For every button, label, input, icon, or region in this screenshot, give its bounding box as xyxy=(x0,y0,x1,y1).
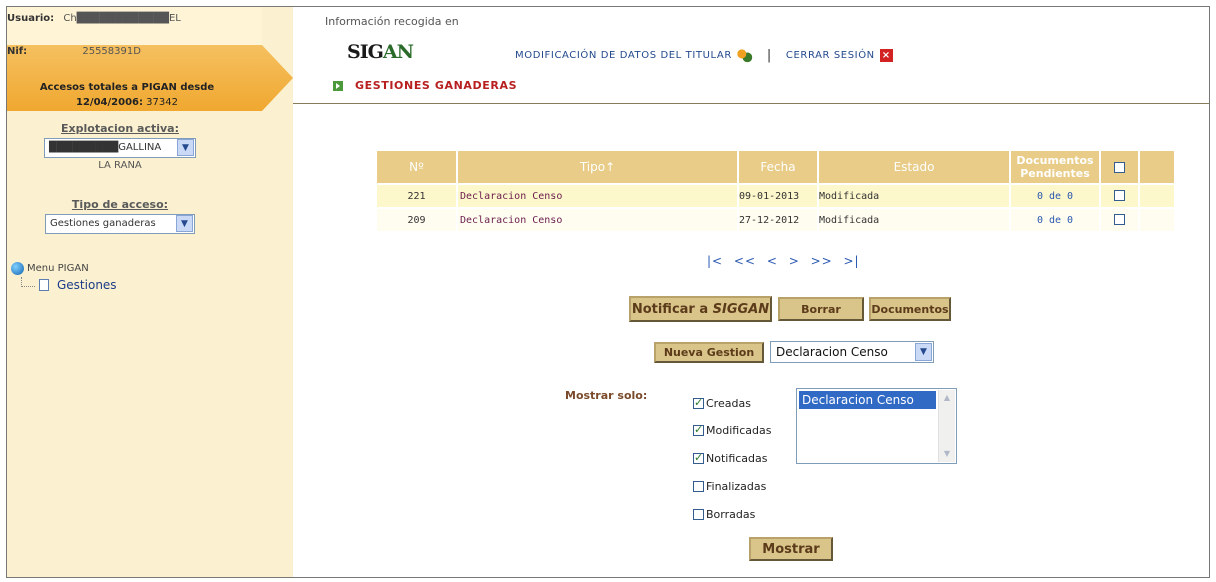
app-frame: Usuario: Ch████████████EL Nif: 25558391D… xyxy=(6,6,1210,578)
document-icon xyxy=(39,279,49,291)
user-edit-icon[interactable] xyxy=(736,48,753,63)
globe-icon xyxy=(11,262,24,275)
borrar-button[interactable]: Borrar xyxy=(778,297,864,321)
accesos-count: 37342 xyxy=(146,97,178,108)
siggan-logo: SIGAN xyxy=(347,33,414,63)
scroll-up-icon[interactable]: ▲ xyxy=(939,390,955,406)
tree-line xyxy=(21,277,35,287)
scroll-down-icon[interactable]: ▼ xyxy=(939,446,955,462)
menu-root-label: Menu PIGAN xyxy=(27,263,89,274)
accesos-label: Accesos totales a PIGAN desde xyxy=(39,82,215,93)
mostrar-button[interactable]: Mostrar xyxy=(749,537,833,561)
cell-select xyxy=(1101,209,1138,231)
tipo-listbox[interactable]: Declaracion Censo ▲ ▼ xyxy=(796,388,957,464)
notificar-button[interactable]: Notificar a SIGGAN xyxy=(629,296,772,322)
chevron-down-icon: ▼ xyxy=(177,139,194,156)
cell-extra xyxy=(1140,209,1174,231)
checkbox-creadas[interactable] xyxy=(693,396,704,409)
checkbox-modificadas[interactable] xyxy=(693,423,704,436)
cell-tipo[interactable]: Declaracion Censo xyxy=(458,209,737,231)
filter-creadas[interactable]: Creadas xyxy=(693,396,751,410)
checkbox-finalizadas[interactable] xyxy=(693,481,704,492)
filter-finalizadas[interactable]: Finalizadas xyxy=(693,480,766,493)
header: Información recogida en SIGAN MODIFICACI… xyxy=(293,7,1209,103)
arrow-icon xyxy=(333,80,343,91)
col-select-all xyxy=(1101,151,1138,183)
listbox-option[interactable]: Declaracion Censo xyxy=(799,391,936,409)
menu-root[interactable]: Menu PIGAN xyxy=(11,262,117,275)
documentos-button[interactable]: Documentos xyxy=(869,297,951,321)
filter-notificadas[interactable]: Notificadas xyxy=(693,451,768,465)
usuario-value: Ch████████████EL xyxy=(63,13,181,24)
cell-n: 209 xyxy=(377,209,456,231)
modificacion-link[interactable]: MODIFICACIÓN DE DATOS DEL TITULAR xyxy=(515,50,732,61)
chevron-down-icon: ▼ xyxy=(176,215,193,232)
tipo-acceso-block: Tipo de acceso: Gestiones ganaderas ▼ xyxy=(35,198,205,234)
nif-label: Nif: xyxy=(7,46,28,57)
pagination[interactable]: |< << < > >> >| xyxy=(707,254,860,268)
cell-docs[interactable]: 0 de 0 xyxy=(1011,209,1099,231)
menu-tree: Menu PIGAN Gestiones xyxy=(11,262,117,292)
sidebar: Usuario: Ch████████████EL Nif: 25558391D… xyxy=(7,7,293,577)
filter-modificadas[interactable]: Modificadas xyxy=(693,423,771,437)
cell-tipo[interactable]: Declaracion Censo xyxy=(458,185,737,207)
cell-estado: Modificada xyxy=(819,209,1009,231)
col-tipo[interactable]: Tipo↑ xyxy=(458,151,737,183)
explotacion-value: █████████GALLINA xyxy=(49,142,162,153)
tipo-acceso-value: Gestiones ganaderas xyxy=(50,218,156,229)
explotacion-label: Explotacion activa: xyxy=(61,122,179,135)
nav-separator: | xyxy=(766,48,772,63)
nueva-gestion-value: Declaracion Censo xyxy=(776,345,888,359)
cell-fecha: 27-12-2012 xyxy=(739,209,817,231)
listbox-scrollbar[interactable]: ▲ ▼ xyxy=(938,390,955,462)
menu-item-gestiones-label: Gestiones xyxy=(57,278,117,292)
info-text: Información recogida en xyxy=(325,15,459,28)
col-n[interactable]: Nº xyxy=(377,151,456,183)
cell-extra xyxy=(1140,185,1174,207)
cell-n: 221 xyxy=(377,185,456,207)
accesos-date: 12/04/2006: xyxy=(76,97,143,108)
explotacion-block: Explotacion activa: █████████GALLINA ▼ L… xyxy=(35,122,205,171)
cell-docs[interactable]: 0 de 0 xyxy=(1011,185,1099,207)
cell-estado: Modificada xyxy=(819,185,1009,207)
table-row[interactable]: 221 Declaracion Censo 09-01-2013 Modific… xyxy=(377,185,1174,207)
mostrar-solo-label: Mostrar solo: xyxy=(565,389,648,402)
usuario-label: Usuario: xyxy=(7,13,55,24)
row-checkbox[interactable] xyxy=(1114,190,1125,202)
close-icon[interactable]: × xyxy=(879,49,893,62)
cell-fecha: 09-01-2013 xyxy=(739,185,817,207)
nueva-gestion-select[interactable]: Declaracion Censo ▼ xyxy=(770,341,934,363)
nif-value: 25558391D xyxy=(82,46,141,57)
tipo-acceso-select[interactable]: Gestiones ganaderas ▼ xyxy=(45,213,195,234)
top-nav: MODIFICACIÓN DE DATOS DEL TITULAR | CERR… xyxy=(515,48,893,63)
filter-borradas[interactable]: Borradas xyxy=(693,508,755,521)
accesos-text: Accesos totales a PIGAN desde 12/04/2006… xyxy=(27,80,227,110)
cell-select xyxy=(1101,185,1138,207)
row-checkbox[interactable] xyxy=(1114,214,1125,226)
checkbox-borradas[interactable] xyxy=(693,509,704,520)
checkbox-notificadas[interactable] xyxy=(693,451,704,464)
user-info-box: Usuario: Ch████████████EL Nif: 25558391D… xyxy=(7,7,293,111)
nueva-gestion-button[interactable]: Nueva Gestion xyxy=(654,342,764,363)
col-extra xyxy=(1140,151,1174,183)
gestiones-table: Nº Tipo↑ Fecha Estado Documentos Pendien… xyxy=(375,149,1176,233)
col-estado[interactable]: Estado xyxy=(819,151,1009,183)
explotacion-sub: LA RANA xyxy=(98,159,142,171)
explotacion-select[interactable]: █████████GALLINA ▼ xyxy=(44,137,196,158)
table-row[interactable]: 209 Declaracion Censo 27-12-2012 Modific… xyxy=(377,209,1174,231)
col-documentos: Documentos Pendientes xyxy=(1011,151,1099,183)
select-all-checkbox[interactable] xyxy=(1114,162,1125,173)
menu-item-gestiones[interactable]: Gestiones xyxy=(21,277,117,292)
header-divider xyxy=(293,103,1209,104)
gestiones-title: GESTIONES GANADERAS xyxy=(333,79,517,92)
table-header-row: Nº Tipo↑ Fecha Estado Documentos Pendien… xyxy=(377,151,1174,183)
col-fecha[interactable]: Fecha xyxy=(739,151,817,183)
tipo-acceso-label: Tipo de acceso: xyxy=(71,198,169,211)
cerrar-sesion-link[interactable]: CERRAR SESIÓN xyxy=(786,50,875,61)
chevron-down-icon: ▼ xyxy=(915,343,932,361)
